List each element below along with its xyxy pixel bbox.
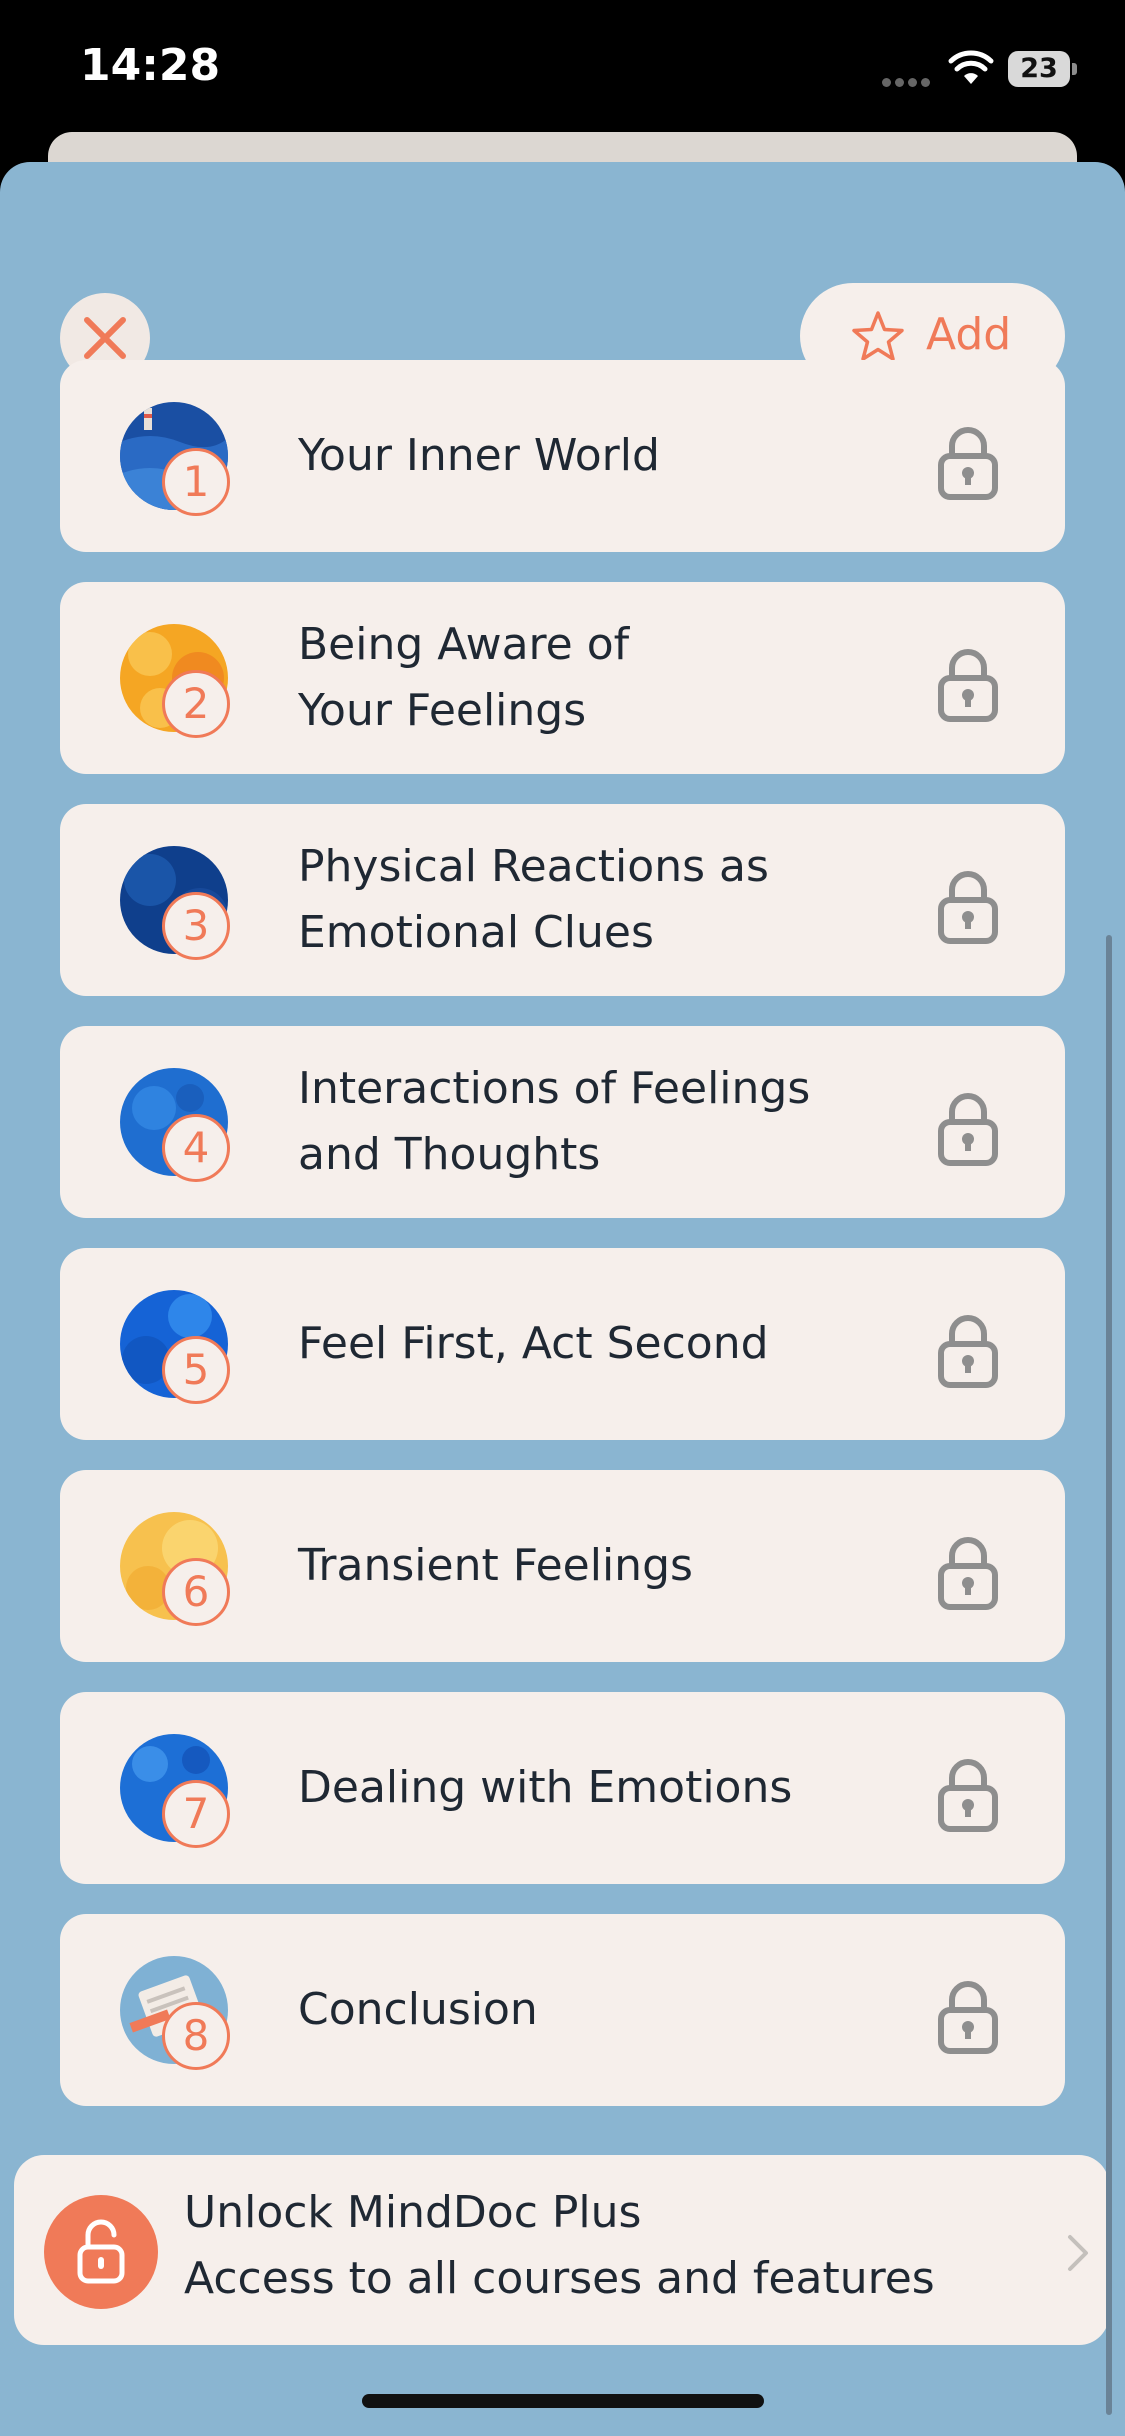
course-title: Conclusion <box>298 1984 538 2035</box>
course-card-7[interactable]: 7 Dealing with Emotions <box>60 1692 1065 1884</box>
home-indicator[interactable] <box>362 2394 764 2408</box>
course-card-2[interactable]: 2 Being Aware of Your Feelings <box>60 582 1065 774</box>
wifi-icon <box>948 50 994 84</box>
lock-icon <box>938 1759 998 1832</box>
unlocked-lock-icon <box>77 2219 125 2284</box>
battery-icon: 23 <box>1008 51 1077 87</box>
course-card-6[interactable]: 6 Transient Feelings <box>60 1470 1065 1662</box>
unlock-icon-badge <box>44 2195 158 2309</box>
cellular-signal-icon <box>882 72 942 87</box>
course-title: Feel First, Act Second <box>298 1318 769 1369</box>
lock-icon <box>938 427 998 500</box>
course-title: Physical Reactions as Emotional Clues <box>298 841 769 958</box>
course-number-badge: 3 <box>162 892 230 960</box>
course-number-badge: 5 <box>162 1336 230 1404</box>
status-bar: 14:28 23 <box>0 0 1125 140</box>
course-number-badge: 1 <box>162 448 230 516</box>
lock-icon <box>938 1093 998 1166</box>
unlock-subtitle: Access to all courses and features <box>184 2253 935 2304</box>
course-title: Your Inner World <box>298 430 660 481</box>
course-number-badge: 7 <box>162 1780 230 1848</box>
course-title: Dealing with Emotions <box>298 1762 793 1813</box>
lock-icon <box>938 871 998 944</box>
course-title: Interactions of Feelings and Thoughts <box>298 1063 811 1180</box>
course-card-8[interactable]: 8 Conclusion <box>60 1914 1065 2106</box>
course-number-badge: 4 <box>162 1114 230 1182</box>
chevron-right-icon <box>1068 2235 1088 2271</box>
course-title: Being Aware of Your Feelings <box>298 619 630 736</box>
course-card-5[interactable]: 5 Feel First, Act Second <box>60 1248 1065 1440</box>
course-number-badge: 8 <box>162 2002 230 2070</box>
course-card-3[interactable]: 3 Physical Reactions as Emotional Clues <box>60 804 1065 996</box>
course-number-badge: 6 <box>162 1558 230 1626</box>
star-icon <box>852 311 904 361</box>
unlock-title: Unlock MindDoc Plus <box>184 2187 642 2238</box>
scrollbar[interactable] <box>1106 935 1112 2415</box>
add-label: Add <box>926 309 1012 360</box>
lock-icon <box>938 649 998 722</box>
lock-icon <box>938 1981 998 2054</box>
unlock-plus-banner[interactable]: Unlock MindDoc Plus Access to all course… <box>14 2155 1109 2345</box>
lock-icon <box>938 1537 998 1610</box>
status-time: 14:28 <box>80 40 221 91</box>
battery-level: 23 <box>1020 53 1058 84</box>
course-title: Transient Feelings <box>298 1540 693 1591</box>
course-card-1[interactable]: 1 Your Inner World <box>60 360 1065 552</box>
lock-icon <box>938 1315 998 1388</box>
course-card-4[interactable]: 4 Interactions of Feelings and Thoughts <box>60 1026 1065 1218</box>
course-number-badge: 2 <box>162 670 230 738</box>
